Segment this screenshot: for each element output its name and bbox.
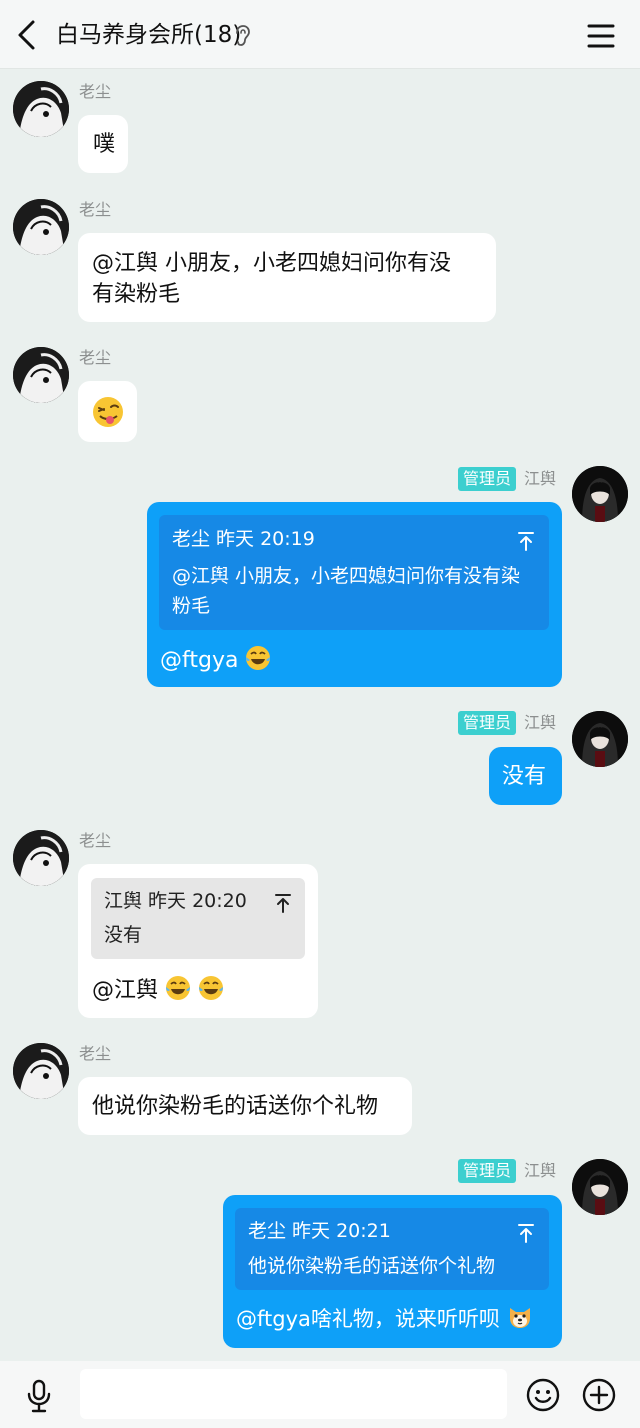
sender-name: 老尘	[79, 82, 112, 101]
sender-name: 江舆	[524, 469, 557, 488]
message-bubble[interactable]: 噗	[78, 115, 128, 173]
sender-name: 江舆	[524, 1161, 557, 1180]
quote-meta: 江舆 昨天 20:20	[104, 890, 247, 912]
reply-quote[interactable]: 老尘 昨天 20:19 @江舆 小朋友，小老四媳妇问你有没有染 粉毛	[159, 515, 549, 630]
quote-text-line: 粉毛	[172, 595, 211, 617]
avatar[interactable]	[572, 711, 628, 767]
message-text: @江舆	[92, 978, 159, 1003]
message-bubble[interactable]: 老尘 昨天 20:19 @江舆 小朋友，小老四媳妇问你有没有染 粉毛 @ftgy…	[147, 502, 562, 687]
message-text-row: @江舆	[92, 975, 224, 1010]
message-bubble[interactable]: 江舆 昨天 20:20 没有 @江舆	[78, 864, 318, 1018]
quote-meta: 老尘 昨天 20:19	[172, 528, 315, 550]
chat-title[interactable]: 白马养身会所(18)	[56, 20, 241, 50]
menu-icon[interactable]	[584, 20, 618, 52]
ear-icon	[232, 24, 254, 48]
chat-header: 白马养身会所(18)	[0, 0, 640, 69]
admin-badge: 管理员	[458, 1159, 517, 1183]
sender-name: 老尘	[79, 348, 112, 367]
quote-text-line: @江舆 小朋友，小老四媳妇问你有没有染	[172, 565, 521, 587]
message-text: @ftgya	[160, 648, 239, 673]
avatar[interactable]	[13, 830, 69, 886]
message-bubble[interactable]: 他说你染粉毛的话送你个礼物	[78, 1077, 412, 1135]
laughing-tears-emoji-icon	[165, 975, 191, 1010]
microphone-icon[interactable]	[24, 1379, 54, 1413]
back-arrow-icon[interactable]	[12, 18, 44, 52]
message-text-line: 有染粉毛	[92, 282, 181, 307]
avatar[interactable]	[572, 466, 628, 522]
laughing-tears-emoji-icon	[245, 645, 271, 680]
message-input-bar	[0, 1361, 640, 1428]
quote-text-line: 没有	[104, 924, 143, 946]
avatar[interactable]	[13, 347, 69, 403]
emoji-icon[interactable]	[526, 1378, 560, 1412]
message-bubble[interactable]: @江舆 小朋友，小老四媳妇问你有没 有染粉毛	[78, 233, 496, 322]
message-bubble[interactable]: 没有	[489, 747, 562, 805]
jump-to-top-icon[interactable]	[517, 1222, 535, 1243]
sender-name: 老尘	[79, 1044, 112, 1063]
jump-to-top-icon[interactable]	[274, 892, 292, 913]
reply-quote[interactable]: 老尘 昨天 20:21 他说你染粉毛的话送你个礼物	[235, 1208, 549, 1290]
jump-to-top-icon[interactable]	[517, 530, 535, 551]
tongue-out-wink-emoji-icon	[91, 395, 125, 429]
message-text: 没有	[502, 764, 547, 789]
sender-name: 老尘	[79, 831, 112, 850]
quote-meta: 老尘 昨天 20:21	[248, 1220, 391, 1242]
message-text: @ftgya啥礼物，说来听听呗	[236, 1307, 500, 1331]
dog-face-emoji-icon	[507, 1304, 533, 1339]
message-text-line: @江舆 小朋友，小老四媳妇问你有没	[92, 251, 451, 276]
avatar[interactable]	[13, 199, 69, 255]
message-text-row: @ftgya	[160, 645, 271, 680]
avatar[interactable]	[13, 81, 69, 137]
avatar[interactable]	[13, 1043, 69, 1099]
admin-badge: 管理员	[458, 711, 517, 735]
sender-name: 老尘	[79, 200, 112, 219]
sender-name: 江舆	[524, 713, 557, 732]
message-bubble[interactable]	[78, 381, 137, 442]
avatar[interactable]	[572, 1159, 628, 1215]
plus-icon[interactable]	[582, 1378, 616, 1412]
message-bubble[interactable]: 老尘 昨天 20:21 他说你染粉毛的话送你个礼物 @ftgya啥礼物，说来听听…	[223, 1195, 562, 1348]
laughing-tears-emoji-icon	[198, 975, 224, 1010]
quote-text-line: 他说你染粉毛的话送你个礼物	[248, 1255, 496, 1277]
message-input[interactable]	[80, 1369, 507, 1419]
reply-quote[interactable]: 江舆 昨天 20:20 没有	[91, 878, 305, 959]
message-text: 噗	[93, 132, 116, 157]
message-text: 他说你染粉毛的话送你个礼物	[92, 1094, 379, 1119]
admin-badge: 管理员	[458, 467, 517, 491]
message-text-row: @ftgya啥礼物，说来听听呗	[236, 1304, 533, 1339]
